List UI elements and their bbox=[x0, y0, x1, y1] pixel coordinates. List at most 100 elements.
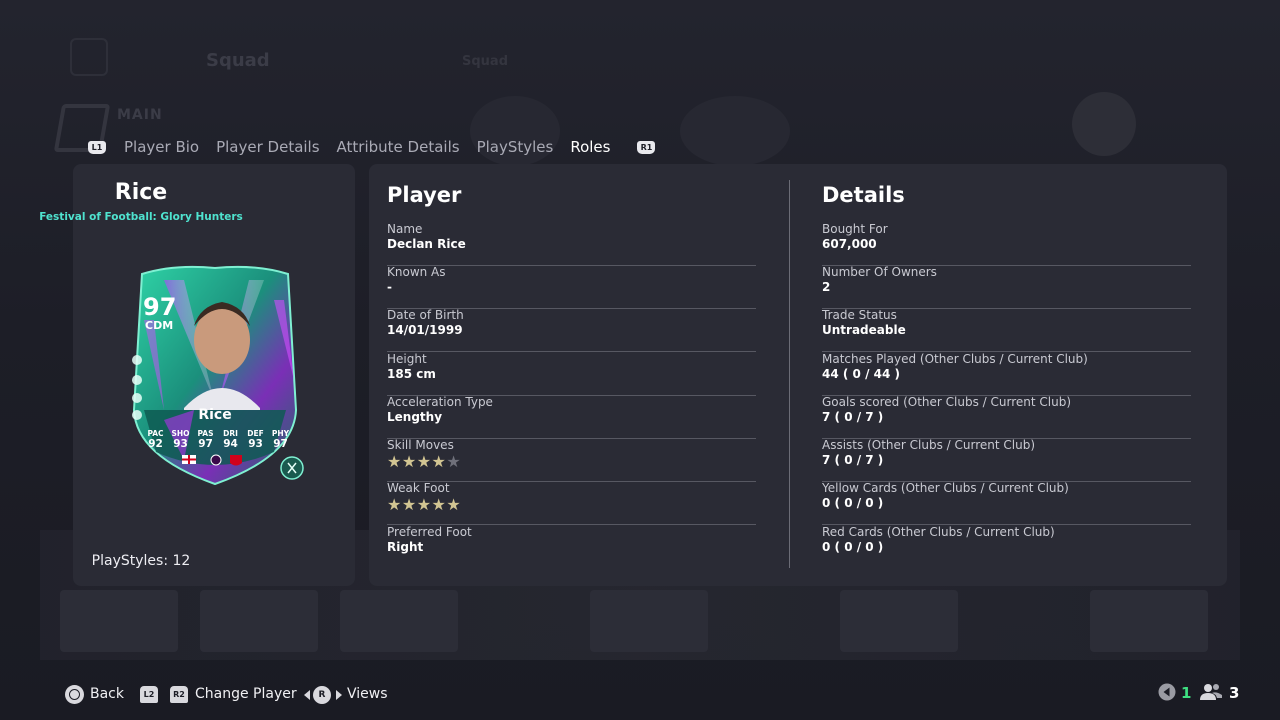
r2-button-icon[interactable]: R2 bbox=[170, 686, 188, 703]
change-player-button[interactable]: Change Player bbox=[195, 686, 297, 702]
promo-name: Festival of Football: Glory Hunters bbox=[39, 211, 243, 223]
field-label: Red Cards (Other Clubs / Current Club) bbox=[822, 525, 1055, 539]
weak-foot-stars: ★ ★ ★ ★ ★ bbox=[387, 497, 461, 513]
r1-button-icon[interactable]: R1 bbox=[637, 140, 656, 154]
background-tile bbox=[840, 590, 958, 652]
star-filled-icon: ★ bbox=[387, 495, 402, 514]
card-rating: 97 bbox=[143, 293, 177, 321]
card-stats: PAC 92 SHO 93 PAS 97 DRI 94 DEF 93 PHY 97 bbox=[143, 429, 293, 450]
stat-label: PAS bbox=[197, 429, 214, 438]
right-stick-icon[interactable]: R bbox=[313, 686, 331, 704]
green-count: 1 bbox=[1181, 684, 1192, 702]
field-value: Lengthy bbox=[387, 410, 443, 424]
field-date-of-birth: Date of Birth 14/01/1999 bbox=[387, 308, 756, 352]
tab-attribute-details[interactable]: Attribute Details bbox=[337, 138, 460, 156]
star-filled-icon: ★ bbox=[431, 495, 446, 514]
tab-playstyles[interactable]: PlayStyles bbox=[477, 138, 554, 156]
background-section-label: MAIN bbox=[117, 107, 163, 123]
field-value: 185 cm bbox=[387, 367, 436, 381]
background-tile bbox=[340, 590, 458, 652]
field-label: Date of Birth bbox=[387, 308, 464, 322]
field-yellow-cards: Yellow Cards (Other Clubs / Current Club… bbox=[822, 481, 1191, 525]
field-bought-for: Bought For 607,000 bbox=[822, 222, 1191, 266]
background-avatar bbox=[1072, 92, 1136, 156]
field-assists: Assists (Other Clubs / Current Club) 7 (… bbox=[822, 438, 1191, 482]
tab-player-details[interactable]: Player Details bbox=[216, 138, 319, 156]
controller-hint-bar: Back L2 R2 Change Player R Views 1 3 bbox=[0, 680, 1280, 710]
stat-pas: PAS 97 bbox=[193, 429, 218, 450]
views-button[interactable]: Views bbox=[347, 686, 388, 702]
field-value: 14/01/1999 bbox=[387, 323, 463, 337]
back-button[interactable]: Back bbox=[90, 686, 124, 702]
field-preferred-foot: Preferred Foot Right bbox=[387, 525, 756, 568]
field-label: Known As bbox=[387, 265, 446, 279]
circle-button-icon[interactable] bbox=[65, 685, 84, 704]
stat-sho: SHO 93 bbox=[168, 429, 193, 450]
field-label: Yellow Cards (Other Clubs / Current Club… bbox=[822, 481, 1069, 495]
stat-value: 93 bbox=[173, 438, 188, 450]
l2-button-icon[interactable]: L2 bbox=[140, 686, 158, 703]
field-value: 2 bbox=[822, 280, 831, 294]
field-value: Untradeable bbox=[822, 323, 906, 337]
app-logo-icon bbox=[70, 38, 108, 76]
field-label: Bought For bbox=[822, 222, 888, 236]
stat-value: 93 bbox=[248, 438, 263, 450]
star-filled-icon: ★ bbox=[416, 452, 432, 471]
field-value: 7 ( 0 / 7 ) bbox=[822, 453, 884, 467]
field-label: Number Of Owners bbox=[822, 265, 937, 279]
star-filled-icon: ★ bbox=[446, 495, 461, 514]
field-label: Skill Moves bbox=[387, 438, 454, 452]
stat-value: 92 bbox=[148, 438, 163, 450]
stat-value: 94 bbox=[223, 438, 238, 450]
background-nav-title: Squad bbox=[206, 50, 270, 71]
field-value: 7 ( 0 / 7 ) bbox=[822, 410, 884, 424]
field-value: - bbox=[387, 280, 392, 294]
player-section-title: Player bbox=[387, 183, 462, 207]
stat-def: DEF 93 bbox=[243, 429, 268, 450]
background-tile bbox=[1090, 590, 1208, 652]
field-acceleration-type: Acceleration Type Lengthy bbox=[387, 395, 756, 439]
skill-moves-stars: ★ ★ ★ ★ ★ bbox=[387, 454, 461, 470]
field-value: 44 ( 0 / 44 ) bbox=[822, 367, 900, 381]
field-label: Matches Played (Other Clubs / Current Cl… bbox=[822, 352, 1088, 366]
tab-player-bio[interactable]: Player Bio bbox=[124, 138, 199, 156]
field-value: 0 ( 0 / 0 ) bbox=[822, 540, 884, 554]
field-known-as: Known As - bbox=[387, 265, 756, 309]
field-value: Right bbox=[387, 540, 424, 554]
field-label: Name bbox=[387, 222, 423, 236]
star-filled-icon: ★ bbox=[401, 452, 417, 471]
left-arrow-icon bbox=[304, 690, 310, 700]
player-card-title: Rice bbox=[114, 180, 168, 205]
field-label: Height bbox=[387, 352, 427, 366]
star-filled-icon: ★ bbox=[401, 495, 417, 514]
right-arrow-icon bbox=[336, 690, 342, 700]
background-tile bbox=[60, 590, 178, 652]
tab-bar: L1 Player Bio Player Details Attribute D… bbox=[88, 136, 656, 158]
field-trade-status: Trade Status Untradeable bbox=[822, 308, 1191, 352]
field-matches-played: Matches Played (Other Clubs / Current Cl… bbox=[822, 352, 1191, 396]
card-position: CDM bbox=[145, 319, 174, 332]
field-label: Preferred Foot bbox=[387, 525, 472, 539]
field-value: 0 ( 0 / 0 ) bbox=[822, 496, 884, 510]
stat-value: 97 bbox=[273, 438, 288, 450]
details-section-title: Details bbox=[822, 183, 905, 207]
stat-label: DEF bbox=[247, 429, 264, 438]
playstyles-count: PlayStyles: 12 bbox=[91, 553, 191, 569]
stat-phy: PHY 97 bbox=[268, 429, 293, 450]
stat-label: SHO bbox=[171, 429, 190, 438]
background-tile bbox=[590, 590, 708, 652]
user-count: 3 bbox=[1229, 684, 1240, 702]
field-number-of-owners: Number Of Owners 2 bbox=[822, 265, 1191, 309]
background-tile bbox=[200, 590, 318, 652]
stat-dri: DRI 94 bbox=[218, 429, 243, 450]
tab-roles[interactable]: Roles bbox=[570, 138, 610, 156]
background-nav-subtitle: Squad bbox=[462, 54, 509, 69]
stat-label: PAC bbox=[147, 429, 164, 438]
field-skill-moves: Skill Moves ★ ★ ★ ★ ★ bbox=[387, 438, 756, 482]
field-label: Weak Foot bbox=[387, 481, 450, 495]
star-filled-icon: ★ bbox=[416, 495, 432, 514]
stat-pac: PAC 92 bbox=[143, 429, 168, 450]
field-label: Trade Status bbox=[822, 308, 897, 322]
star-filled-icon: ★ bbox=[387, 452, 402, 471]
l1-button-icon[interactable]: L1 bbox=[88, 140, 106, 154]
